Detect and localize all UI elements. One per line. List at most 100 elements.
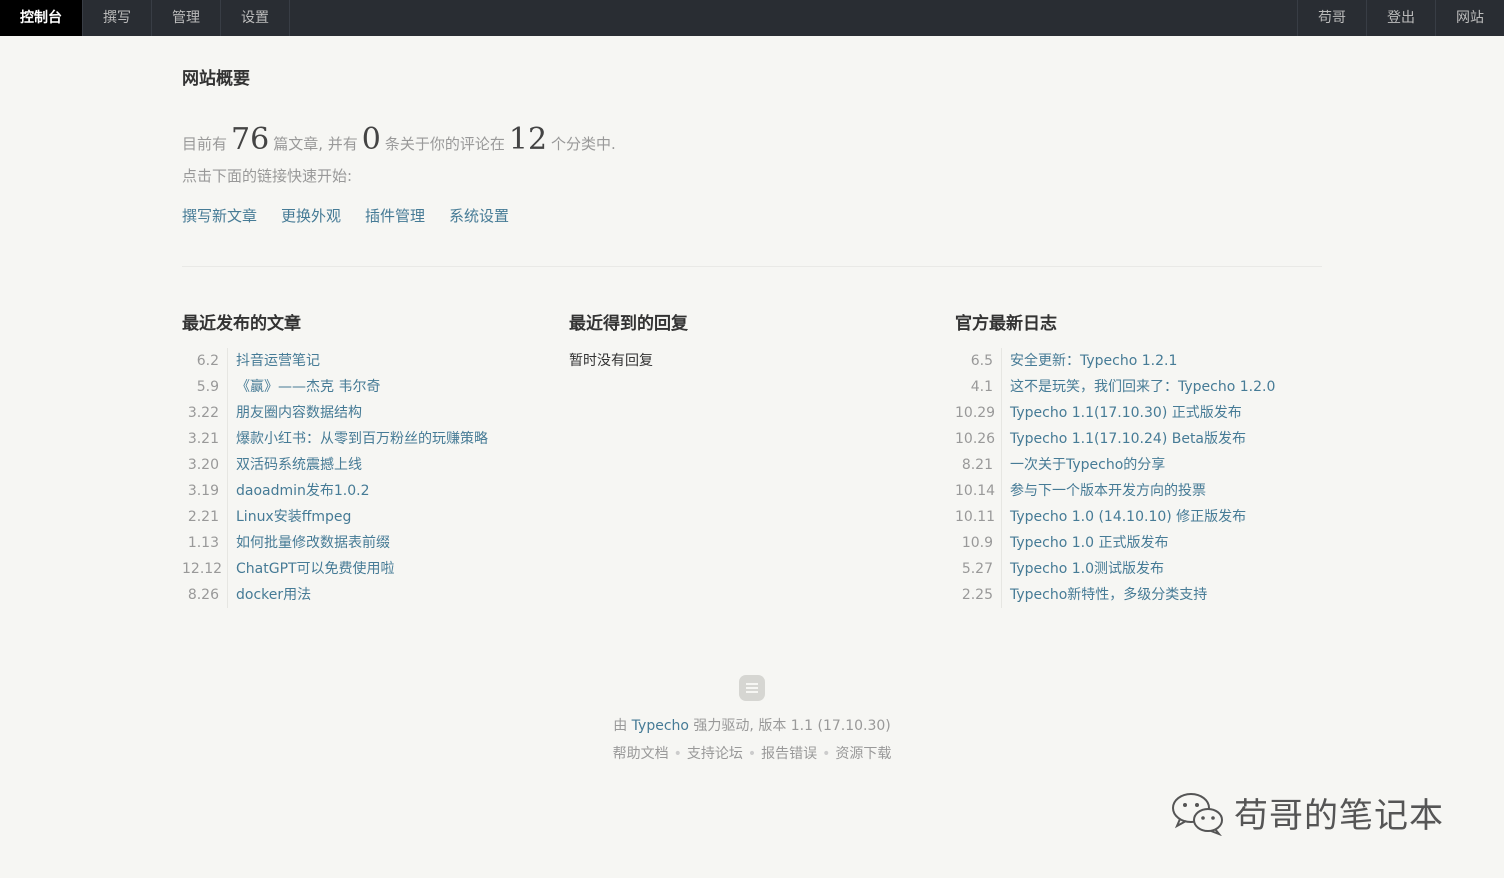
news-link[interactable]: 参与下一个版本开发方向的投票 [1010, 478, 1206, 504]
nav-item-site[interactable]: 网站 [1435, 0, 1504, 36]
post-date: 6.2 [182, 348, 228, 374]
stats-categories-text: 个分类中. [551, 135, 616, 153]
news-date: 10.11 [955, 504, 1002, 530]
footer-links: 帮助文档 • 支持论坛 • 报告错误 • 资源下载 [0, 743, 1504, 763]
watermark: 苟哥的笔记本 [1170, 788, 1444, 837]
news-date: 10.26 [955, 426, 1002, 452]
post-link[interactable]: 如何批量修改数据表前缀 [236, 530, 390, 556]
quick-link-themes[interactable]: 更换外观 [281, 205, 341, 226]
post-link[interactable]: 抖音运营笔记 [236, 348, 320, 374]
site-stats: 目前有 76 篇文章, 并有 0 条关于你的评论在 12 个分类中. [182, 122, 616, 157]
quick-link-new-post[interactable]: 撰写新文章 [182, 205, 257, 226]
list-item: 12.12 ChatGPT可以免费使用啦 [182, 556, 552, 582]
footer-separator: • [673, 746, 682, 762]
section-divider [182, 266, 1322, 267]
footer-separator: • [822, 746, 831, 762]
post-link[interactable]: ChatGPT可以免费使用啦 [236, 556, 395, 582]
footer-link-forum[interactable]: 支持论坛 [687, 746, 743, 762]
list-item: 4.1 这不是玩笑，我们回来了：Typecho 1.2.0 [955, 374, 1325, 400]
recent-posts-list: 6.2 抖音运营笔记 5.9 《赢》——杰克 韦尔奇 3.22 朋友圈内容数据结构 3… [182, 348, 552, 608]
official-news-section: 官方最新日志 6.5 安全更新：Typecho 1.2.1 4.1 这不是玩笑，我们… [955, 309, 1325, 608]
footer-powered-by: 由 Typecho 强力驱动, 版本 1.1 (17.10.30) [0, 715, 1504, 735]
no-replies-text: 暂时没有回复 [569, 353, 653, 369]
news-link[interactable]: Typecho 1.0 (14.10.10) 修正版发布 [1010, 504, 1246, 530]
news-date: 8.21 [955, 452, 1002, 478]
quick-link-system-settings[interactable]: 系统设置 [449, 205, 509, 226]
category-count: 12 [508, 122, 548, 157]
nav-item-profile[interactable]: 苟哥 [1297, 0, 1366, 36]
footer-link-report-bug[interactable]: 报告错误 [761, 746, 817, 762]
top-navbar: 控制台 撰写 管理 设置 苟哥 登出 网站 [0, 0, 1504, 36]
news-date: 2.25 [955, 582, 1002, 608]
typecho-logo-icon[interactable] [739, 675, 765, 701]
quick-start-hint: 点击下面的链接快速开始: [182, 167, 353, 185]
news-date: 10.14 [955, 478, 1002, 504]
news-link[interactable]: Typecho新特性，多级分类支持 [1010, 582, 1207, 608]
post-date: 5.9 [182, 374, 228, 400]
nav-item-logout[interactable]: 登出 [1366, 0, 1435, 36]
post-link[interactable]: 《赢》——杰克 韦尔奇 [236, 374, 380, 400]
news-link[interactable]: Typecho 1.1(17.10.30) 正式版发布 [1010, 400, 1242, 426]
typecho-link[interactable]: Typecho [632, 718, 689, 734]
nav-item-settings[interactable]: 设置 [221, 0, 290, 36]
post-date: 3.21 [182, 426, 228, 452]
page-title: 网站概要 [182, 69, 250, 89]
list-item: 3.21 爆款小红书：从零到百万粉丝的玩赚策略 [182, 426, 552, 452]
footer: 由 Typecho 强力驱动, 版本 1.1 (17.10.30) 帮助文档 • 支… [0, 675, 1504, 763]
official-news-list: 6.5 安全更新：Typecho 1.2.1 4.1 这不是玩笑，我们回来了：Typ… [955, 348, 1325, 608]
quick-link-plugins[interactable]: 插件管理 [365, 205, 425, 226]
list-item: 8.26 docker用法 [182, 582, 552, 608]
news-link[interactable]: 一次关于Typecho的分享 [1010, 452, 1165, 478]
list-item: 10.29 Typecho 1.1(17.10.30) 正式版发布 [955, 400, 1325, 426]
post-link[interactable]: Linux安装ffmpeg [236, 504, 351, 530]
news-link[interactable]: Typecho 1.0测试版发布 [1010, 556, 1164, 582]
list-item: 8.21 一次关于Typecho的分享 [955, 452, 1325, 478]
post-link[interactable]: 爆款小红书：从零到百万粉丝的玩赚策略 [236, 426, 488, 452]
nav-item-write[interactable]: 撰写 [83, 0, 152, 36]
footer-link-docs[interactable]: 帮助文档 [613, 746, 669, 762]
post-date: 3.19 [182, 478, 228, 504]
list-item: 2.25 Typecho新特性，多级分类支持 [955, 582, 1325, 608]
nav-item-manage[interactable]: 管理 [152, 0, 221, 36]
news-link[interactable]: Typecho 1.0 正式版发布 [1010, 530, 1168, 556]
stats-prefix: 目前有 [182, 135, 228, 153]
list-item: 3.19 daoadmin发布1.0.2 [182, 478, 552, 504]
news-date: 10.9 [955, 530, 1002, 556]
recent-replies-title: 最近得到的回复 [569, 314, 688, 334]
list-item: 3.20 双活码系统震撼上线 [182, 452, 552, 478]
news-link[interactable]: 这不是玩笑，我们回来了：Typecho 1.2.0 [1010, 374, 1275, 400]
official-news-title: 官方最新日志 [955, 314, 1057, 334]
list-item: 1.13 如何批量修改数据表前缀 [182, 530, 552, 556]
wechat-icon [1172, 792, 1223, 836]
post-link[interactable]: docker用法 [236, 582, 311, 608]
list-item: 6.5 安全更新：Typecho 1.2.1 [955, 348, 1325, 374]
news-link[interactable]: Typecho 1.1(17.10.24) Beta版发布 [1010, 426, 1246, 452]
post-count: 76 [231, 122, 270, 157]
quick-links: 撰写新文章 更换外观 插件管理 系统设置 [182, 205, 509, 226]
watermark-text: 苟哥的笔记本 [1234, 796, 1444, 836]
nav-main-menu: 控制台 撰写 管理 设置 [0, 0, 290, 36]
list-item: 3.22 朋友圈内容数据结构 [182, 400, 552, 426]
list-item: 10.14 参与下一个版本开发方向的投票 [955, 478, 1325, 504]
post-date: 3.20 [182, 452, 228, 478]
post-link[interactable]: daoadmin发布1.0.2 [236, 478, 370, 504]
news-link[interactable]: 安全更新：Typecho 1.2.1 [1010, 348, 1177, 374]
post-link[interactable]: 双活码系统震撼上线 [236, 452, 362, 478]
post-date: 8.26 [182, 582, 228, 608]
footer-link-downloads[interactable]: 资源下载 [835, 746, 891, 762]
news-date: 10.29 [955, 400, 1002, 426]
stats-comments-text: 条关于你的评论在 [384, 135, 505, 153]
comment-count: 0 [361, 122, 381, 157]
news-date: 5.27 [955, 556, 1002, 582]
list-item: 5.9 《赢》——杰克 韦尔奇 [182, 374, 552, 400]
nav-item-dashboard[interactable]: 控制台 [0, 0, 83, 36]
news-date: 6.5 [955, 348, 1002, 374]
post-link[interactable]: 朋友圈内容数据结构 [236, 400, 362, 426]
powered-suffix: 强力驱动, 版本 1.1 (17.10.30) [693, 718, 891, 734]
recent-posts-section: 最近发布的文章 6.2 抖音运营笔记 5.9 《赢》——杰克 韦尔奇 3.22 朋友圈… [182, 309, 552, 608]
list-item: 10.9 Typecho 1.0 正式版发布 [955, 530, 1325, 556]
news-date: 4.1 [955, 374, 1002, 400]
stats-posts-text: 篇文章, 并有 [273, 135, 358, 153]
powered-prefix: 由 [613, 718, 628, 734]
nav-user-menu: 苟哥 登出 网站 [1297, 0, 1504, 36]
